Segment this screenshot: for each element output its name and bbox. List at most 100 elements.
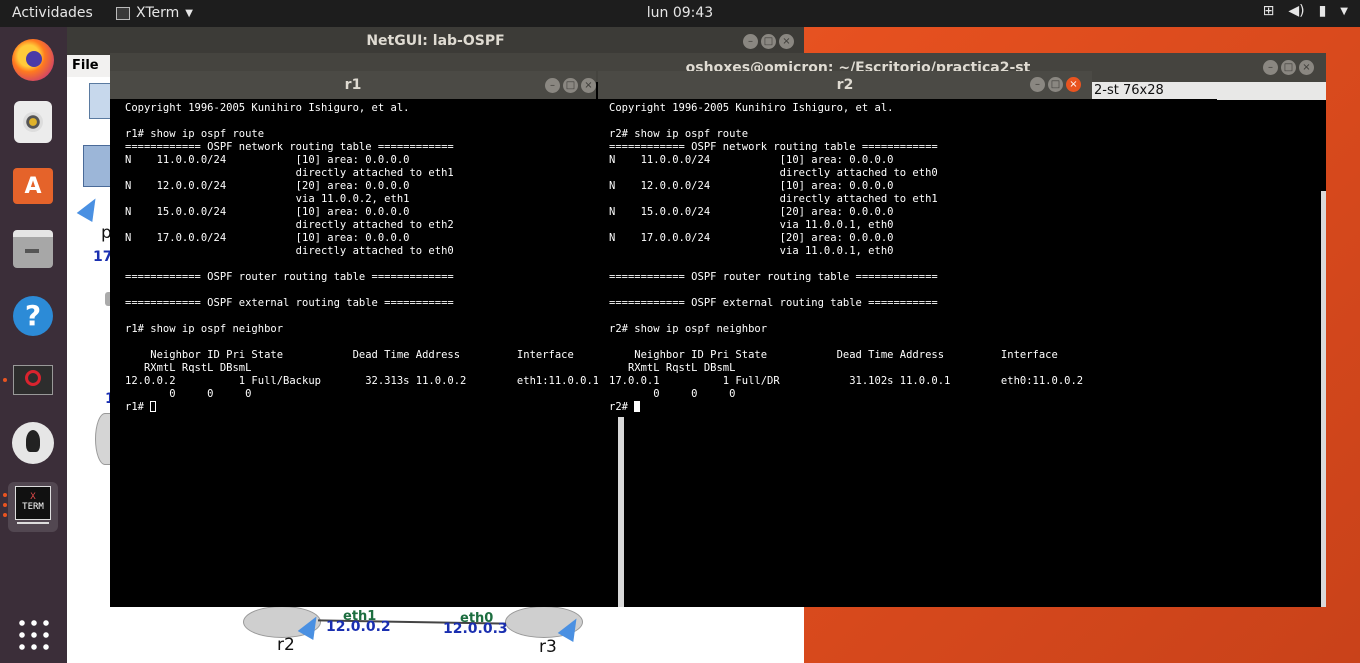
computer-icon[interactable]: [83, 145, 113, 187]
cursor-icon: [634, 401, 641, 412]
netgui-left-panel: p 17 1: [67, 77, 115, 663]
terminal-line: N 17.0.0.0/24 [10] area: 0.0.0.0: [125, 232, 410, 244]
volume-icon: ◀): [1288, 3, 1305, 19]
terminal-line: r1# show ip ospf neighbor: [125, 323, 284, 335]
dock: A ? X TERM: [0, 27, 67, 663]
terminal-line: 0 0 0: [609, 388, 736, 400]
link-icon[interactable]: [76, 193, 104, 223]
dock-software[interactable]: A: [8, 160, 58, 210]
app-grid-icon[interactable]: [16, 617, 50, 651]
r1-terminal-output[interactable]: Copyright 1996-2005 Kunihiro Ishiguro, e…: [125, 102, 599, 414]
java-icon: [12, 422, 54, 464]
no-entry-icon: [13, 365, 53, 395]
terminal-line: N 17.0.0.0/24 [20] area: 0.0.0.0: [609, 232, 894, 244]
r2-scrollbar[interactable]: [618, 417, 624, 607]
dock-java[interactable]: [8, 418, 58, 468]
terminal-line: ============ OSPF router routing table =…: [125, 271, 454, 283]
terminal-line: N 11.0.0.0/24 [10] area: 0.0.0.0: [125, 154, 410, 166]
battery-icon: ▮: [1318, 3, 1327, 19]
terminal-line: r1# show ip ospf route: [125, 128, 265, 140]
terminal-line: directly attached to eth1: [609, 193, 938, 205]
terminal-prompt-line[interactable]: r1#: [125, 401, 599, 414]
terminal-line: Copyright 1996-2005 Kunihiro Ishiguro, e…: [125, 102, 410, 114]
terminal-line: directly attached to eth0: [125, 245, 454, 257]
dock-xterm[interactable]: X TERM: [8, 482, 58, 532]
minimize-button[interactable]: –: [1030, 77, 1045, 92]
scrollbar[interactable]: [1321, 191, 1326, 607]
r2-title: r2: [836, 77, 854, 93]
terminal-line: N 15.0.0.0/24 [10] area: 0.0.0.0: [125, 206, 410, 218]
r1-titlebar[interactable]: r1: [110, 71, 596, 99]
dock-rhythmbox[interactable]: [8, 97, 58, 147]
dock-no-entry-app[interactable]: [8, 355, 58, 405]
r2-terminal-output[interactable]: Copyright 1996-2005 Kunihiro Ishiguro, e…: [609, 102, 1083, 414]
minimize-button[interactable]: –: [545, 78, 560, 93]
terminal-line: RXmtL RqstL DBsmL: [609, 362, 736, 374]
r2-node-label: r2: [277, 635, 295, 655]
close-button[interactable]: ×: [1299, 60, 1314, 75]
terminal-line: ============ OSPF external routing table…: [609, 297, 938, 309]
app-menu[interactable]: XTerm ▼: [116, 5, 193, 21]
running-indicator: [3, 503, 7, 507]
r2-ip-label: 12.0.0.2: [326, 619, 391, 635]
r2-xterm-window: r2 – □ × Copyright 1996-2005 Kunihiro Is…: [598, 71, 1092, 607]
terminal-line: via 11.0.0.1, eth0: [609, 245, 894, 257]
firefox-icon: [12, 39, 54, 81]
terminal-line: directly attached to eth2: [125, 219, 454, 231]
clock[interactable]: lun 09:43: [0, 5, 1360, 21]
rhythmbox-icon: [14, 101, 52, 143]
running-indicator: [3, 493, 7, 497]
minimize-button[interactable]: –: [743, 34, 758, 49]
xterm-app-icon: [116, 6, 130, 20]
running-indicator: [3, 513, 7, 517]
r1-title: r1: [344, 77, 362, 93]
xterm-icon: X TERM: [15, 486, 51, 520]
terminal-line: N 11.0.0.0/24 [10] area: 0.0.0.0: [609, 154, 894, 166]
terminal-line: ============ OSPF network routing table …: [125, 141, 454, 153]
close-button[interactable]: ×: [581, 78, 596, 93]
terminal-line: directly attached to eth0: [609, 167, 938, 179]
maximize-button[interactable]: □: [1281, 60, 1296, 75]
maximize-button[interactable]: □: [563, 78, 578, 93]
top-bar: Actividades XTerm ▼ lun 09:43 ⊞ ◀) ▮ ▼: [0, 0, 1360, 27]
dock-files[interactable]: [8, 224, 58, 274]
r1-window-buttons: – □ ×: [545, 78, 596, 93]
terminal-line: via 11.0.0.2, eth1: [125, 193, 410, 205]
terminal-line: N 12.0.0.0/24 [20] area: 0.0.0.0: [125, 180, 410, 192]
maximize-button[interactable]: □: [761, 34, 776, 49]
maximize-button[interactable]: □: [1048, 77, 1063, 92]
dock-help[interactable]: ?: [8, 291, 58, 341]
menu-file[interactable]: File: [72, 58, 99, 73]
activities-button[interactable]: Actividades: [12, 5, 93, 21]
terminal-prompt-line[interactable]: r2#: [609, 401, 1083, 414]
terminal-line: ============ OSPF network routing table …: [609, 141, 938, 153]
terminal-line: r2# show ip ospf route: [609, 128, 749, 140]
netgui-titlebar[interactable]: NetGUI: lab-OSPF: [67, 27, 804, 55]
terminal-line: Copyright 1996-2005 Kunihiro Ishiguro, e…: [609, 102, 894, 114]
keyboard-icon: [17, 522, 49, 530]
background-xterm-window-buttons: – □ ×: [1263, 60, 1314, 75]
app-menu-label: XTerm: [136, 5, 180, 21]
terminal-prompt: r2#: [609, 401, 635, 413]
dock-firefox[interactable]: [8, 35, 58, 85]
netgui-window-buttons: – □ ×: [743, 34, 794, 49]
minimize-button[interactable]: –: [1263, 60, 1278, 75]
terminal-line: Neighbor ID Pri State Dead Time Address …: [125, 349, 574, 361]
running-indicator: [3, 378, 7, 382]
close-button[interactable]: ×: [779, 34, 794, 49]
software-icon: A: [13, 168, 53, 204]
system-tray[interactable]: ⊞ ◀) ▮ ▼: [1263, 3, 1348, 19]
terminal-line: N 12.0.0.0/24 [10] area: 0.0.0.0: [609, 180, 894, 192]
r3-ip-label: 12.0.0.3: [443, 621, 508, 637]
terminal-line: r2# show ip ospf neighbor: [609, 323, 768, 335]
r2-titlebar[interactable]: r2: [598, 71, 1092, 99]
close-button[interactable]: ×: [1066, 77, 1081, 92]
terminal-line: directly attached to eth1: [125, 167, 454, 179]
netgui-title: NetGUI: lab-OSPF: [366, 33, 505, 49]
